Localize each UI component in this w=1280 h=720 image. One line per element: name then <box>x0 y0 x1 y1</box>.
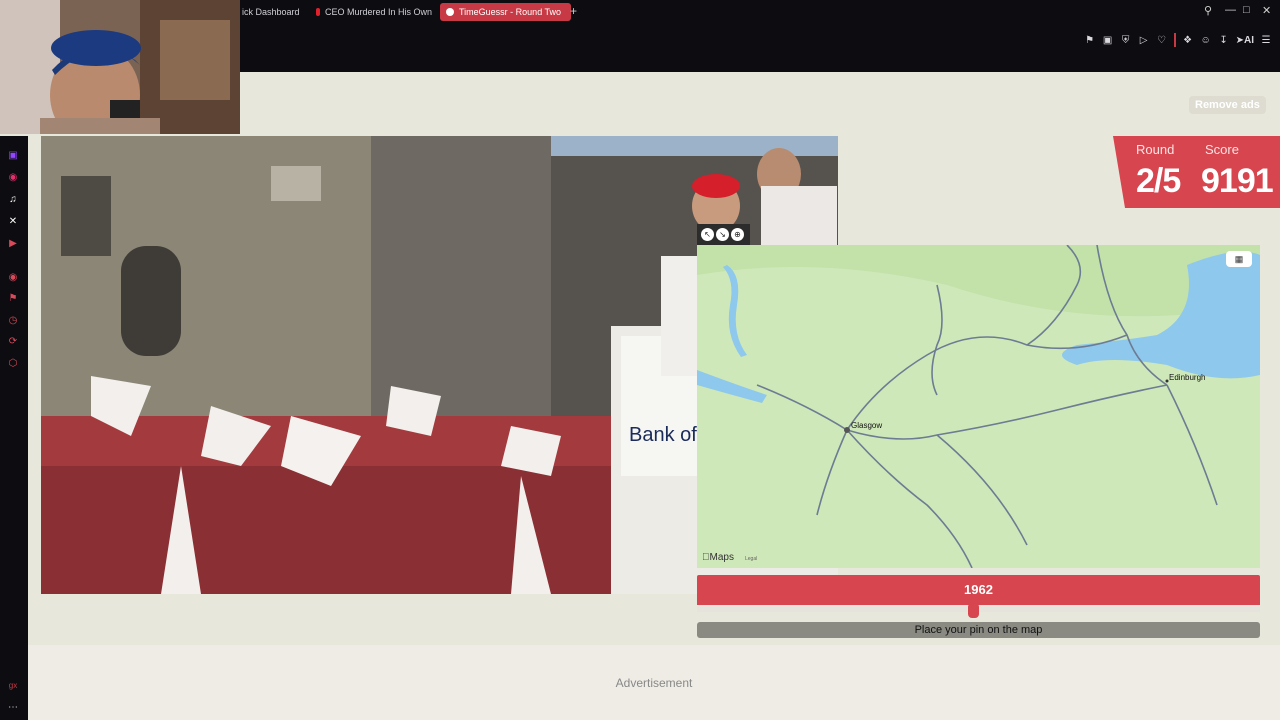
ai-icon[interactable]: ➤AI <box>1236 35 1254 46</box>
score-label: Score <box>1205 142 1239 157</box>
tab-dashboard[interactable]: ick Dashboard <box>242 3 310 21</box>
webcam-overlay <box>0 0 240 134</box>
new-tab-button[interactable]: + <box>570 5 577 17</box>
advertisement-label: Advertisement <box>615 676 693 690</box>
gx-icon[interactable]: gx <box>7 680 19 692</box>
instagram-icon[interactable]: ◉ <box>7 172 19 184</box>
toolbar-divider <box>1173 33 1176 47</box>
year-slider-thumb[interactable] <box>968 603 980 618</box>
search-icon[interactable]: ⚲ <box>1204 4 1212 17</box>
tab-label: TimeGuessr - Round Two <box>459 7 562 17</box>
tab-label: CEO Murdered In His Own <box>324 7 432 17</box>
ai-label: AI <box>1244 34 1254 46</box>
apple-maps-logo: Maps <box>702 552 734 563</box>
score-card: Round 2/5 Score 9191 <box>1113 136 1280 208</box>
minimize-icon[interactable]: — <box>1225 4 1236 16</box>
map-label-glasgow: Glasgow <box>851 421 883 430</box>
youtube-icon[interactable]: ▶ <box>7 238 19 250</box>
profile-icon[interactable]: ☺ <box>1200 35 1212 46</box>
year-display: 1962 <box>697 575 1260 605</box>
expand-map-icon[interactable]: ↖ <box>701 228 714 241</box>
maximize-icon[interactable]: □ <box>1243 4 1250 16</box>
advertisement-area: Advertisement <box>28 645 1280 720</box>
round-label: Round <box>1136 142 1175 157</box>
round-value: 2/5 <box>1136 162 1181 200</box>
guess-map[interactable]: Glasgow Edinburgh <box>697 245 1260 568</box>
remove-ads-button[interactable]: Remove ads <box>1189 96 1266 114</box>
shrink-map-icon[interactable]: ↘ <box>716 228 729 241</box>
timeguessr-icon <box>446 8 454 16</box>
shield-icon[interactable]: ⛨ <box>1120 35 1132 46</box>
download-icon[interactable]: ↧ <box>1218 35 1230 46</box>
webcam-feed <box>0 0 240 134</box>
record-icon[interactable]: ◉ <box>7 272 19 284</box>
bookmark-icon[interactable]: ⚑ <box>1084 35 1096 46</box>
place-pin-button[interactable]: Place your pin on the map <box>697 622 1260 638</box>
history-icon[interactable]: ◷ <box>7 315 19 327</box>
pin-map-icon[interactable]: ⊕ <box>731 228 744 241</box>
tab-timeguessr[interactable]: TimeGuessr - Round Two <box>440 3 572 21</box>
sync-icon[interactable]: ⟳ <box>7 336 19 348</box>
map-layers-icon[interactable]: ▦ <box>1226 251 1252 267</box>
settings-icon[interactable] <box>7 359 19 371</box>
pin-icon[interactable]: ⚑ <box>7 293 19 305</box>
map-legal-link[interactable]: Legal <box>745 556 757 562</box>
x-icon[interactable]: ✕ <box>7 216 19 228</box>
tab-ceo-video[interactable]: CEO Murdered In His Own <box>316 3 432 21</box>
apple-maps-label: Maps <box>702 552 734 563</box>
tiktok-icon[interactable]: ♫ <box>7 194 19 206</box>
puzzle-icon[interactable]: ❖ <box>1182 35 1194 46</box>
browser-sidebar: ▣ ◉ ♫ ✕ ▶ ◉ ⚑ ◷ ⟳ ⬡ gx ⋯ <box>0 136 28 720</box>
tab-label: ick Dashboard <box>242 7 300 17</box>
score-value: 9191 <box>1201 162 1274 200</box>
twitch-icon[interactable]: ▣ <box>7 150 19 162</box>
heart-icon[interactable]: ♡ <box>1156 35 1168 46</box>
close-icon[interactable]: ✕ <box>1262 4 1271 17</box>
youtube-icon <box>316 8 320 16</box>
map-toolbar: ↖ ↘ ⊕ <box>697 224 750 245</box>
play-icon[interactable]: ▷ <box>1138 35 1150 46</box>
map-label-edinburgh: Edinburgh <box>1169 373 1206 382</box>
map-canvas[interactable] <box>697 245 1260 568</box>
more-icon[interactable]: ⋯ <box>7 702 19 714</box>
photo-sign-text: Bank of <box>629 424 697 446</box>
menu-icon[interactable]: ☰ <box>1260 35 1272 46</box>
tab-icon[interactable]: ▣ <box>1102 35 1114 46</box>
